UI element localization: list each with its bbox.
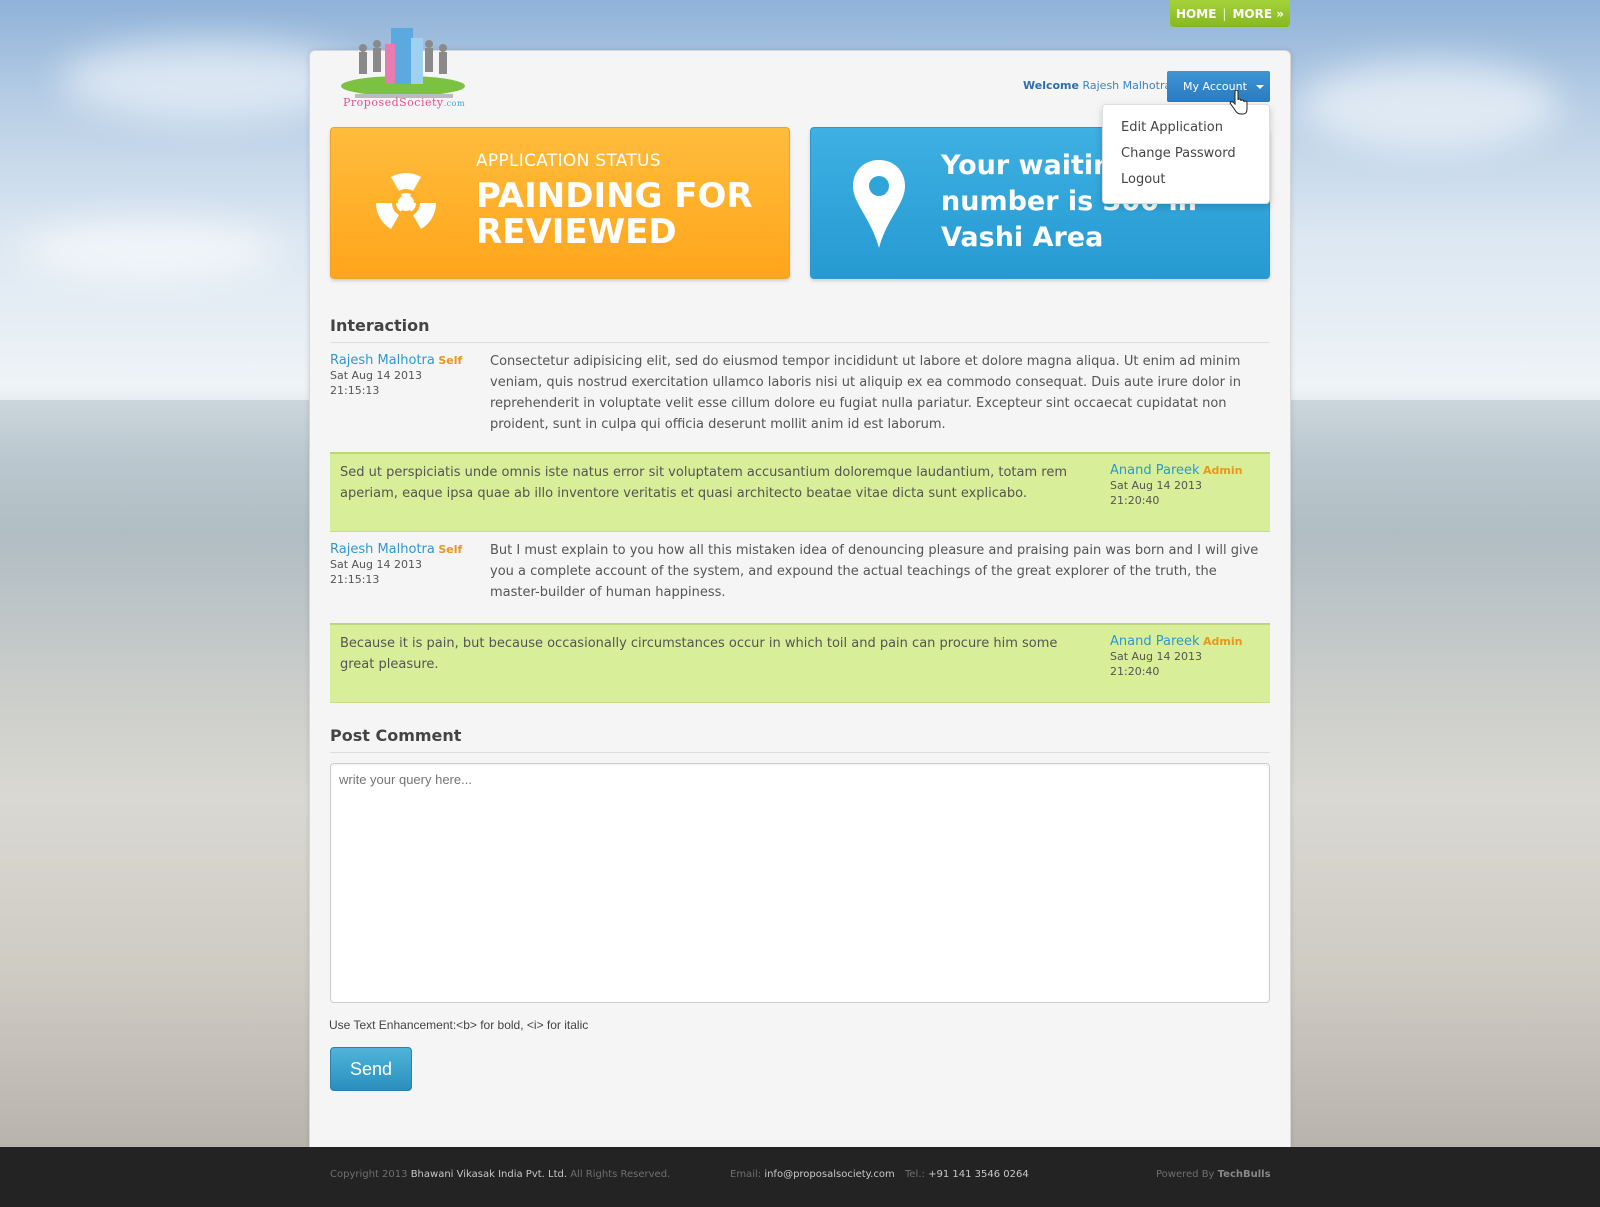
tel-number: +91 141 3546 0264: [928, 1169, 1029, 1180]
message-meta: Anand Pareek Admin Sat Aug 14 2013 21:20…: [1110, 634, 1242, 679]
message-text: But I must explain to you how all this m…: [490, 543, 1259, 600]
message-text: Consectetur adipisicing elit, sed do eiu…: [490, 354, 1241, 432]
footer-tel: Tel.: +91 141 3546 0264: [905, 1169, 1029, 1180]
message-date: Sat Aug 14 2013: [330, 558, 422, 571]
cloud: [20, 220, 280, 280]
message-time: 21:20:40: [1110, 665, 1160, 678]
footer-email: Email: info@proposalsociety.com: [730, 1169, 895, 1180]
footer-copyright: Copyright 2013 Bhawani Vikasak India Pvt…: [330, 1169, 671, 1180]
cloud: [1300, 60, 1560, 150]
message-time: 21:15:13: [330, 384, 380, 397]
message-text: Because it is pain, but because occasion…: [340, 636, 1058, 672]
status-label: APPLICATION STATUS: [476, 151, 661, 171]
logo-text: ProposedSociety.com: [343, 96, 466, 109]
map-pin-icon: [853, 160, 905, 248]
role-badge: Self: [438, 543, 463, 556]
message-meta: Rajesh Malhotra Self Sat Aug 14 2013 21:…: [330, 542, 462, 587]
status-value: PAINDING FOR REVIEWED: [476, 176, 753, 252]
message-row-admin: Sed ut perspiciatis unde omnis iste natu…: [330, 452, 1270, 532]
waiting-line2-prefix: number is: [941, 186, 1103, 217]
nav-separator: |: [1222, 6, 1227, 21]
my-account-button[interactable]: My Account: [1167, 71, 1270, 102]
top-nav: HOME | MORE »: [1170, 0, 1290, 27]
welcome-message: Welcome Rajesh Malhotra: [1023, 79, 1171, 92]
message-time: 21:15:13: [330, 573, 380, 586]
radiation-icon: [376, 172, 436, 229]
footer-powered: Powered By TechBulls: [1156, 1169, 1271, 1180]
formatting-hint: Use Text Enhancement:<b> for bold, <i> f…: [329, 1018, 589, 1032]
nav-more-link[interactable]: MORE »: [1232, 7, 1284, 21]
message-meta: Rajesh Malhotra Self Sat Aug 14 2013 21:…: [330, 353, 462, 398]
account-dropdown: Edit Application Change Password Logout: [1102, 104, 1270, 204]
send-button[interactable]: Send: [330, 1047, 412, 1091]
caret-down-icon: [1255, 84, 1264, 89]
author-name[interactable]: Anand Pareek: [1110, 634, 1200, 649]
message-row: Rajesh Malhotra Self Sat Aug 14 2013 21:…: [330, 343, 1270, 453]
welcome-label: Welcome: [1023, 79, 1079, 92]
divider: [330, 752, 1270, 753]
message-meta: Anand Pareek Admin Sat Aug 14 2013 21:20…: [1110, 463, 1242, 508]
author-name[interactable]: Rajesh Malhotra: [330, 353, 435, 368]
nav-home-link[interactable]: HOME: [1176, 7, 1216, 21]
message-row: Rajesh Malhotra Self Sat Aug 14 2013 21:…: [330, 532, 1270, 624]
footer: Copyright 2013 Bhawani Vikasak India Pvt…: [0, 1147, 1600, 1207]
menu-item-edit-application[interactable]: Edit Application: [1103, 117, 1269, 143]
author-name[interactable]: Anand Pareek: [1110, 463, 1200, 478]
company-name: Bhawani Vikasak India Pvt. Ltd.: [410, 1169, 568, 1180]
role-badge: Admin: [1203, 635, 1243, 648]
message-date: Sat Aug 14 2013: [330, 369, 422, 382]
message-text: Sed ut perspiciatis unde omnis iste natu…: [340, 465, 1068, 501]
waiting-area: Vashi Area: [941, 222, 1104, 253]
menu-item-logout[interactable]: Logout: [1103, 169, 1269, 195]
hand-cursor-icon: [1229, 90, 1248, 115]
message-time: 21:20:40: [1110, 494, 1160, 507]
message-date: Sat Aug 14 2013: [1110, 479, 1202, 492]
post-comment-title: Post Comment: [330, 726, 462, 745]
message-date: Sat Aug 14 2013: [1110, 650, 1202, 663]
application-status-tile: APPLICATION STATUS PAINDING FOR REVIEWED: [330, 127, 790, 279]
powered-by-link[interactable]: TechBulls: [1218, 1169, 1271, 1180]
author-name[interactable]: Rajesh Malhotra: [330, 542, 435, 557]
comment-textarea[interactable]: [330, 763, 1270, 1003]
menu-item-change-password[interactable]: Change Password: [1103, 143, 1269, 169]
user-name: Rajesh Malhotra: [1082, 79, 1172, 92]
role-badge: Self: [438, 354, 463, 367]
role-badge: Admin: [1203, 464, 1243, 477]
message-row-admin: Because it is pain, but because occasion…: [330, 623, 1270, 703]
interaction-title: Interaction: [330, 316, 430, 335]
email-link[interactable]: info@proposalsociety.com: [764, 1169, 894, 1180]
